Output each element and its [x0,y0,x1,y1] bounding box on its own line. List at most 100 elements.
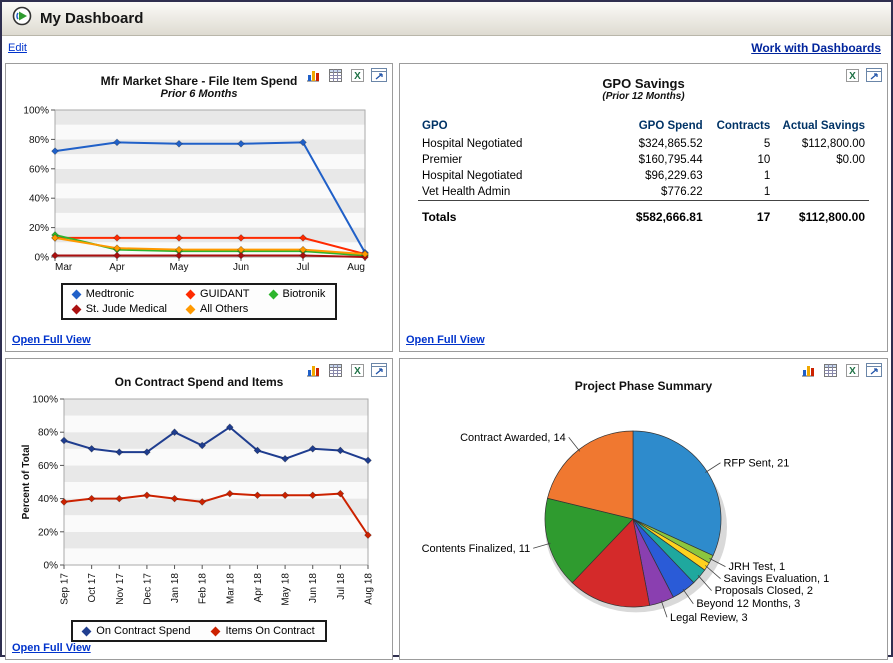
legend-marker-icon [211,626,221,636]
legend-item: All Others [185,303,250,315]
sub-header: Edit Work with Dashboards [2,36,891,60]
page-title: My Dashboard [40,10,144,27]
dashboard-window: My Dashboard Edit Work with Dashboards X [0,0,893,660]
excel-export-icon[interactable]: X [843,362,861,378]
svg-text:Feb 18: Feb 18 [198,573,209,605]
column-header: GPO Spend [638,120,703,132]
svg-text:20%: 20% [38,527,58,538]
table-cell: Hospital Negotiated [422,138,523,150]
column-header: Contracts [716,120,771,132]
full-view-icon[interactable] [370,362,388,378]
svg-text:May 18: May 18 [281,573,292,606]
legend-marker-icon [268,289,278,299]
svg-text:Aug: Aug [347,262,365,273]
gpo-table: GPO GPO Spend Contracts Actual Savings Hospi… [418,118,869,226]
column-chart-view-icon[interactable] [304,362,322,378]
panel-toolbar: X [799,362,883,378]
chart-title: GPO Savings [602,76,685,91]
svg-text:100%: 100% [32,395,58,406]
table-row: Premier $160,795.44 10 $0.00 [418,152,869,168]
legend-item: GUIDANT [185,288,250,300]
column-chart-view-icon[interactable] [304,67,322,83]
svg-text:Beyond 12 Months, 3: Beyond 12 Months, 3 [696,598,800,610]
full-view-icon[interactable] [865,67,883,83]
svg-text:JRH Test, 1: JRH Test, 1 [728,561,785,573]
svg-text:Jul 18: Jul 18 [336,573,347,600]
legend-label: Biotronik [282,288,326,300]
table-cell: $96,229.63 [645,170,703,182]
svg-text:Jun: Jun [233,262,249,273]
table-row: Hospital Negotiated $324,865.52 5 $112,800.… [418,136,869,152]
svg-text:Proposals Closed, 2: Proposals Closed, 2 [714,585,812,597]
table-cell: Hospital Negotiated [422,170,523,182]
open-full-view-link[interactable]: Open Full View [12,642,91,654]
svg-text:0%: 0% [44,561,59,572]
table-cell: $112,800.00 [801,138,865,150]
edit-link[interactable]: Edit [8,42,27,54]
svg-text:Jun 18: Jun 18 [308,573,319,603]
full-view-icon[interactable] [865,362,883,378]
table-cell: $160,795.44 [638,154,703,166]
svg-text:Dec 17: Dec 17 [142,573,153,605]
svg-text:RFP Sent, 21: RFP Sent, 21 [723,457,789,469]
svg-text:Contents Finalized, 11: Contents Finalized, 11 [421,543,530,555]
table-cell: 1 [763,170,771,182]
svg-text:Sep 17: Sep 17 [60,573,71,605]
dashboard-logo-icon [12,6,32,31]
svg-text:100%: 100% [23,106,49,117]
panel-mfr-market-share: X Mfr Market Share - File Item Spend Pri… [5,63,393,352]
gpo-savings-table: GPO GPO Spend Contracts Actual Savings Hospi… [406,102,881,226]
panel-gpo-savings: X GPO Savings (Prior 12 Months) GPO GPO S… [399,63,888,352]
svg-text:Mar: Mar [55,262,73,273]
svg-text:Mar 18: Mar 18 [225,573,236,605]
svg-text:80%: 80% [38,428,58,439]
excel-export-icon[interactable]: X [348,67,366,83]
legend-marker-icon [71,304,82,314]
legend-label: GUIDANT [200,288,250,300]
legend-marker-icon [81,626,92,636]
table-cell: Vet Health Admin [422,186,511,198]
svg-text:Savings Evaluation, 1: Savings Evaluation, 1 [723,573,829,585]
on-contract-chart: 0% 20% 40% 60% 80% 100% Sep 17 Oct 17 Nov 17 Dec … [18,391,380,616]
legend-item: Biotronik [268,288,326,300]
svg-text:40%: 40% [38,494,58,505]
svg-text:X: X [849,71,856,82]
svg-text:Percent of Total: Percent of Total [21,444,32,519]
table-view-icon[interactable] [326,67,344,83]
table-cell [774,184,869,201]
column-chart-view-icon[interactable] [799,362,817,378]
svg-text:Oct 17: Oct 17 [87,573,98,603]
column-header: Actual Savings [782,120,865,132]
table-header-row: GPO GPO Spend Contracts Actual Savings [418,118,869,136]
table-cell: Premier [422,154,463,166]
svg-text:X: X [849,366,856,377]
totals-cell: 17 [706,200,775,226]
work-with-dashboards-link[interactable]: Work with Dashboards [751,41,881,55]
totals-cell: Totals [418,200,590,226]
legend-marker-icon [185,304,196,314]
table-cell: 5 [763,138,771,150]
excel-export-icon[interactable]: X [843,67,861,83]
chart-subtitle: Prior 6 Months [160,88,238,100]
panel-toolbar: X [304,67,388,83]
legend-label: Items On Contract [225,625,315,637]
table-view-icon[interactable] [821,362,839,378]
panel-toolbar: X [304,362,388,378]
panel-project-phase: X Project Phase Summary RFP Sent, 21 JRH … [399,358,888,660]
title-bar: My Dashboard [2,2,891,36]
full-view-icon[interactable] [370,67,388,83]
legend-marker-icon [185,289,196,299]
panel-toolbar: X [843,67,883,83]
open-full-view-link[interactable]: Open Full View [12,334,91,346]
svg-text:Jan 18: Jan 18 [170,573,181,603]
dashboard-grid: X Mfr Market Share - File Item Spend Pri… [2,60,891,663]
table-view-icon[interactable] [326,362,344,378]
chart-title: Project Phase Summary [574,379,713,393]
legend-label: All Others [200,303,249,315]
column-header: GPO [422,120,448,132]
legend-marker-icon [71,289,82,299]
excel-export-icon[interactable]: X [348,362,366,378]
svg-text:60%: 60% [38,461,58,472]
table-cell [774,168,869,184]
open-full-view-link[interactable]: Open Full View [406,334,485,346]
